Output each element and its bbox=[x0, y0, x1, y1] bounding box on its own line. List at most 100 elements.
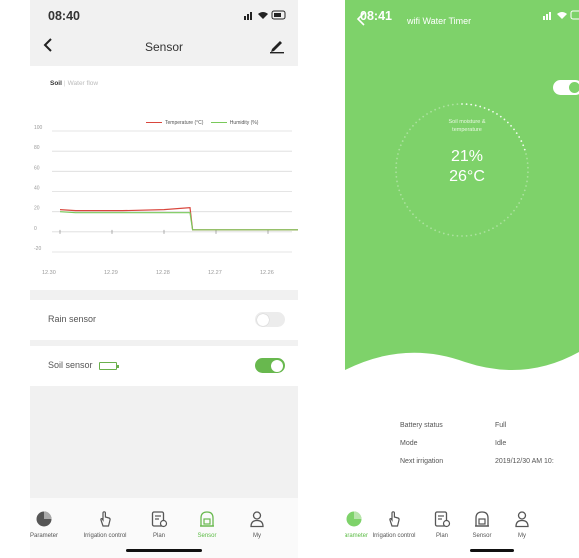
gauge-dot bbox=[397, 153, 399, 155]
tab-label: Irrigation control bbox=[83, 533, 127, 539]
series-line-humidity bbox=[59, 211, 298, 231]
gauge-dot bbox=[522, 144, 525, 147]
gauge-dot bbox=[401, 140, 404, 142]
gauge-dot bbox=[479, 105, 482, 108]
gauge-dot bbox=[510, 213, 512, 216]
gauge-dot bbox=[395, 162, 398, 165]
gauge-dot bbox=[430, 227, 432, 230]
plan-icon bbox=[151, 511, 168, 528]
gauge-dot bbox=[470, 103, 473, 106]
y-tick-label: 80 bbox=[34, 145, 40, 151]
gauge-dot bbox=[518, 202, 521, 204]
gauge-dot bbox=[409, 209, 411, 212]
tab-parameter[interactable]: Parameter bbox=[30, 510, 71, 539]
gauge-dot bbox=[456, 234, 459, 237]
tab-label: My bbox=[253, 533, 261, 539]
gauge-dot bbox=[442, 232, 445, 235]
mode-value: Idle bbox=[495, 440, 507, 447]
battery-status-key: Battery status bbox=[400, 422, 443, 429]
gauge-dot bbox=[396, 180, 398, 183]
edit-icon[interactable] bbox=[268, 36, 286, 54]
gauge-dot bbox=[492, 227, 494, 230]
gauge-dot bbox=[465, 234, 468, 237]
hand-pointer-icon bbox=[389, 511, 400, 527]
gauge-dot bbox=[434, 229, 437, 232]
x-tick-label: 12.26 bbox=[260, 270, 274, 276]
x-tick-label: 12.28 bbox=[156, 270, 170, 276]
gauge-dot bbox=[412, 213, 414, 216]
gauge-dot bbox=[487, 108, 490, 111]
sensor-icon bbox=[475, 511, 489, 527]
gauge-dot bbox=[474, 233, 477, 236]
water-timer-screen: 08:41 wifi Water Timer Soil moisture & t… bbox=[345, 0, 579, 558]
tab-sensor[interactable]: Sensor bbox=[180, 510, 234, 539]
gauge-dot bbox=[499, 222, 502, 225]
gauge-dot bbox=[422, 222, 425, 225]
tab-bar: ParameterIrrigation controlPlanSensorMy bbox=[345, 498, 579, 558]
series-line-temperature bbox=[59, 206, 298, 231]
gauge-dot bbox=[434, 108, 437, 111]
tab-my[interactable]: My bbox=[495, 510, 549, 539]
gauge-dot bbox=[479, 232, 482, 235]
gauge-dot bbox=[461, 235, 463, 237]
gauge-dot bbox=[527, 171, 529, 174]
gauge-dot bbox=[418, 219, 421, 222]
person-icon bbox=[250, 511, 264, 528]
gauge-dot bbox=[438, 231, 441, 233]
gauge-dot bbox=[523, 189, 526, 192]
tab-plan[interactable]: Plan bbox=[132, 510, 186, 539]
gauge-dot bbox=[395, 175, 398, 178]
tab-label: Parameter bbox=[30, 533, 58, 539]
gauge-dot bbox=[398, 189, 401, 192]
person-icon bbox=[515, 511, 529, 528]
plan-icon bbox=[434, 511, 451, 528]
power-switch[interactable] bbox=[553, 80, 579, 95]
soil-sensor-toggle[interactable] bbox=[255, 358, 285, 373]
gauge-dot bbox=[438, 107, 441, 109]
page-title: Sensor bbox=[144, 40, 184, 54]
soil-sensor-label: Soil sensor bbox=[48, 360, 93, 370]
gauge-dot bbox=[470, 234, 473, 237]
gauge-dot bbox=[398, 148, 401, 151]
pie-chart-icon bbox=[36, 511, 52, 527]
gauge-panel bbox=[345, 0, 579, 385]
gauge-dot bbox=[403, 136, 406, 138]
gauge-dot bbox=[430, 110, 432, 113]
gauge-dot bbox=[522, 193, 525, 196]
sensor-screen: 08:40 Sensor Soil | Water flow Temperature… bbox=[30, 0, 298, 558]
tab-my[interactable]: My bbox=[230, 510, 284, 539]
gauge-dot bbox=[401, 198, 404, 200]
gauge-dot bbox=[465, 103, 468, 106]
gauge-dot bbox=[406, 206, 409, 208]
tab-irrigation-control[interactable]: Irrigation control bbox=[78, 510, 132, 539]
gauge-dot bbox=[426, 113, 428, 115]
next-irrigation-row: Next irrigation 2019/12/30 AM 10: bbox=[400, 458, 554, 465]
tab-irrigation-control[interactable]: Irrigation control bbox=[367, 510, 421, 539]
gauge-dot bbox=[487, 229, 490, 232]
gauge-dot bbox=[397, 185, 399, 187]
next-irrigation-value: 2019/12/30 AM 10: bbox=[495, 458, 554, 465]
gauge-dot bbox=[483, 231, 486, 233]
rain-sensor-row: Rain sensor bbox=[30, 300, 298, 340]
rain-sensor-toggle[interactable] bbox=[255, 312, 285, 327]
battery-status-row: Battery status Full bbox=[400, 422, 506, 429]
sensor-icon bbox=[200, 511, 214, 527]
tab-label: Sensor bbox=[197, 533, 217, 539]
gauge-dot bbox=[496, 225, 498, 227]
gauge-graphic bbox=[345, 103, 579, 385]
x-tick-label: 12.27 bbox=[208, 270, 222, 276]
moisture-value: 21% bbox=[450, 148, 484, 165]
gauge-dot bbox=[447, 104, 450, 107]
battery-status-value: Full bbox=[495, 422, 507, 429]
x-tick-label: 12.30 bbox=[42, 270, 56, 276]
pie-chart-icon bbox=[346, 511, 362, 527]
y-tick-label: 100 bbox=[34, 125, 43, 131]
gauge-dot bbox=[474, 104, 477, 107]
y-tick-label: 0 bbox=[34, 226, 37, 232]
page-title: wifi Water Timer bbox=[407, 16, 472, 26]
status-time: 08:40 bbox=[48, 9, 80, 23]
gauge-dot bbox=[526, 175, 529, 178]
gauge-dot bbox=[399, 193, 402, 196]
gauge-dot bbox=[520, 198, 523, 200]
chart-card: Soil | Water flow Temperature (°C) Humidit… bbox=[30, 66, 298, 290]
